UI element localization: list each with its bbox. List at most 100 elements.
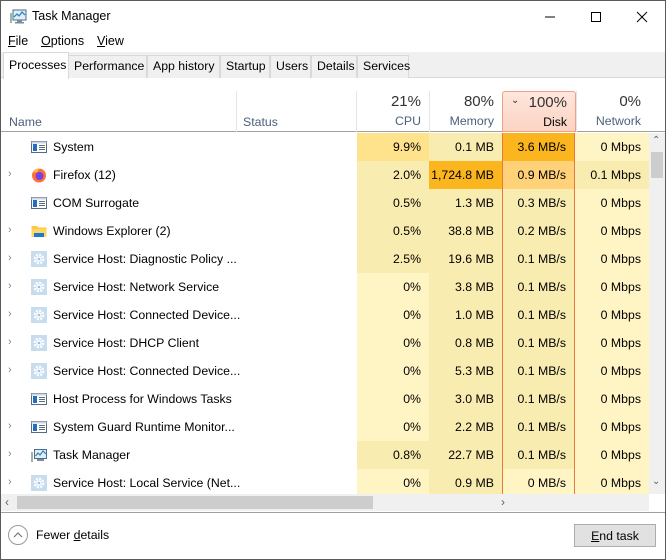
sort-descending-icon: ⌄ — [511, 95, 520, 106]
close-button[interactable] — [619, 1, 665, 32]
chevron-right-icon[interactable]: › — [8, 224, 18, 238]
process-row[interactable]: › System Guard Runtime Monitor... 0% 2.2 MB… — [1, 413, 649, 441]
chevron-right-icon[interactable]: › — [8, 168, 18, 182]
process-row[interactable]: › Service Host: Network Service 0% 3.8 MB 0.… — [1, 273, 649, 301]
process-network: 0 Mbps — [575, 329, 649, 357]
vertical-scroll-thumb[interactable] — [651, 152, 663, 178]
process-memory: 5.3 MB — [429, 357, 502, 385]
process-row[interactable]: › Service Host: DHCP Client 0% 0.8 MB 0.1 MB… — [1, 329, 649, 357]
chevron-right-icon[interactable]: › — [8, 308, 18, 322]
column-memory[interactable]: 80% Memory — [429, 91, 502, 132]
process-name: System — [53, 140, 94, 154]
tab-startup[interactable]: Startup — [220, 55, 270, 78]
process-row[interactable]: › Service Host: Diagnostic Policy ... 2.5%… — [1, 245, 649, 273]
menu-file[interactable]: File — [8, 34, 28, 48]
process-name: Service Host: Diagnostic Policy ... — [53, 252, 237, 266]
gear-icon — [31, 335, 47, 351]
tab-app-history[interactable]: App history — [147, 55, 220, 78]
maximize-button[interactable] — [573, 1, 619, 32]
fewer-details-button[interactable]: Fewer details — [8, 525, 109, 545]
minimize-button[interactable] — [527, 1, 573, 32]
gear-icon — [31, 279, 47, 295]
menu-bar: File Options View — [1, 32, 665, 52]
column-cpu[interactable]: 21% CPU — [356, 91, 429, 132]
task-manager-icon — [31, 447, 47, 463]
window-app-icon — [31, 195, 47, 211]
menu-file-label: ile — [15, 34, 29, 48]
network-total-percent: 0% — [619, 93, 641, 110]
scroll-left-icon[interactable]: ‹ — [5, 495, 9, 509]
scroll-up-icon[interactable]: ⌃ — [652, 135, 660, 146]
tab-details[interactable]: Details — [311, 55, 357, 78]
menu-file-accel: F — [8, 34, 16, 48]
process-row[interactable]: › Service Host: Local Service (Net... 0% 0.… — [1, 469, 649, 494]
column-status[interactable]: Status — [243, 115, 278, 129]
process-cpu: 2.5% — [357, 245, 429, 273]
chevron-right-icon[interactable]: › — [8, 448, 18, 462]
column-disk[interactable]: ⌄ 100% Disk — [502, 91, 576, 132]
gear-icon — [31, 475, 47, 491]
process-name: Service Host: Network Service — [53, 280, 220, 294]
window-app-icon — [31, 139, 47, 155]
title-bar: Task Manager — [1, 1, 665, 32]
process-memory: 1.3 MB — [429, 189, 502, 217]
process-network: 0 Mbps — [575, 469, 649, 494]
scroll-right-icon[interactable]: › — [501, 495, 505, 509]
process-row[interactable]: › Service Host: Connected Device... 0% 1.0 … — [1, 301, 649, 329]
window-app-icon — [31, 419, 47, 435]
task-manager-icon — [9, 9, 27, 24]
chevron-right-icon[interactable]: › — [8, 364, 18, 378]
process-row[interactable]: COM Surrogate 0.5% 1.3 MB 0.3 MB/s 0 Mbps — [1, 189, 649, 217]
tab-performance[interactable]: Performance — [68, 55, 147, 78]
tab-services[interactable]: Services — [357, 55, 410, 78]
folder-icon — [31, 223, 47, 239]
chevron-right-icon[interactable]: › — [8, 336, 18, 350]
tab-processes[interactable]: Processes — [3, 52, 69, 79]
menu-options-accel: O — [41, 34, 51, 48]
chevron-up-circle-icon — [8, 525, 28, 545]
task-manager-window: Task Manager File Options View Processes… — [0, 0, 666, 560]
gear-icon — [31, 307, 47, 323]
process-row[interactable]: System 9.9% 0.1 MB 3.6 MB/s 0 Mbps — [1, 133, 649, 161]
chevron-right-icon[interactable]: › — [8, 252, 18, 266]
fewer-details-label: Fewer details — [36, 528, 109, 542]
column-divider — [236, 91, 237, 132]
process-network: 0 Mbps — [575, 301, 649, 329]
column-network[interactable]: 0% Network — [576, 91, 649, 132]
horizontal-scrollbar[interactable]: ‹ › — [1, 494, 649, 511]
process-cpu: 0.5% — [357, 217, 429, 245]
process-cpu: 0% — [357, 385, 429, 413]
tab-users[interactable]: Users — [270, 55, 311, 78]
menu-view-label: iew — [105, 34, 124, 48]
process-network: 0 Mbps — [575, 413, 649, 441]
process-network: 0 Mbps — [575, 357, 649, 385]
process-row[interactable]: Host Process for Windows Tasks 0% 3.0 MB 0.… — [1, 385, 649, 413]
horizontal-scroll-thumb[interactable] — [17, 496, 373, 509]
close-icon — [636, 11, 648, 22]
process-cpu: 2.0% — [357, 161, 429, 189]
process-cpu: 0% — [357, 413, 429, 441]
vertical-scrollbar[interactable]: ⌃ ⌄ — [649, 133, 665, 494]
process-row[interactable]: › Firefox (12) 2.0% 1,724.8 MB 0.9 MB/s 0.1 M… — [1, 161, 649, 189]
process-cpu: 0% — [357, 357, 429, 385]
column-name[interactable]: Name — [9, 115, 42, 129]
chevron-right-icon[interactable]: › — [8, 280, 18, 294]
chevron-right-icon[interactable]: › — [8, 420, 18, 434]
process-memory: 2.2 MB — [429, 413, 502, 441]
end-task-label: nd task — [599, 528, 639, 543]
menu-view[interactable]: View — [97, 34, 124, 48]
process-row[interactable]: › Task Manager 0.8% 22.7 MB 0.1 MB/s 0 Mbps — [1, 441, 649, 469]
menu-view-accel: V — [97, 34, 106, 48]
end-task-button[interactable]: End task — [574, 524, 656, 547]
process-disk: 0.2 MB/s — [502, 217, 575, 245]
process-row[interactable]: › Service Host: Connected Device... 0% 5.3 … — [1, 357, 649, 385]
process-row[interactable]: › Windows Explorer (2) 0.5% 38.8 MB 0.2 MB/s… — [1, 217, 649, 245]
chevron-right-icon[interactable]: › — [8, 476, 18, 490]
menu-options[interactable]: Options — [41, 34, 84, 48]
scroll-down-icon[interactable]: ⌄ — [652, 476, 660, 487]
process-cpu: 0% — [357, 329, 429, 357]
end-task-accel: E — [591, 528, 600, 543]
cpu-label: CPU — [395, 114, 421, 128]
minimize-icon — [545, 16, 555, 17]
memory-total-percent: 80% — [463, 93, 494, 110]
